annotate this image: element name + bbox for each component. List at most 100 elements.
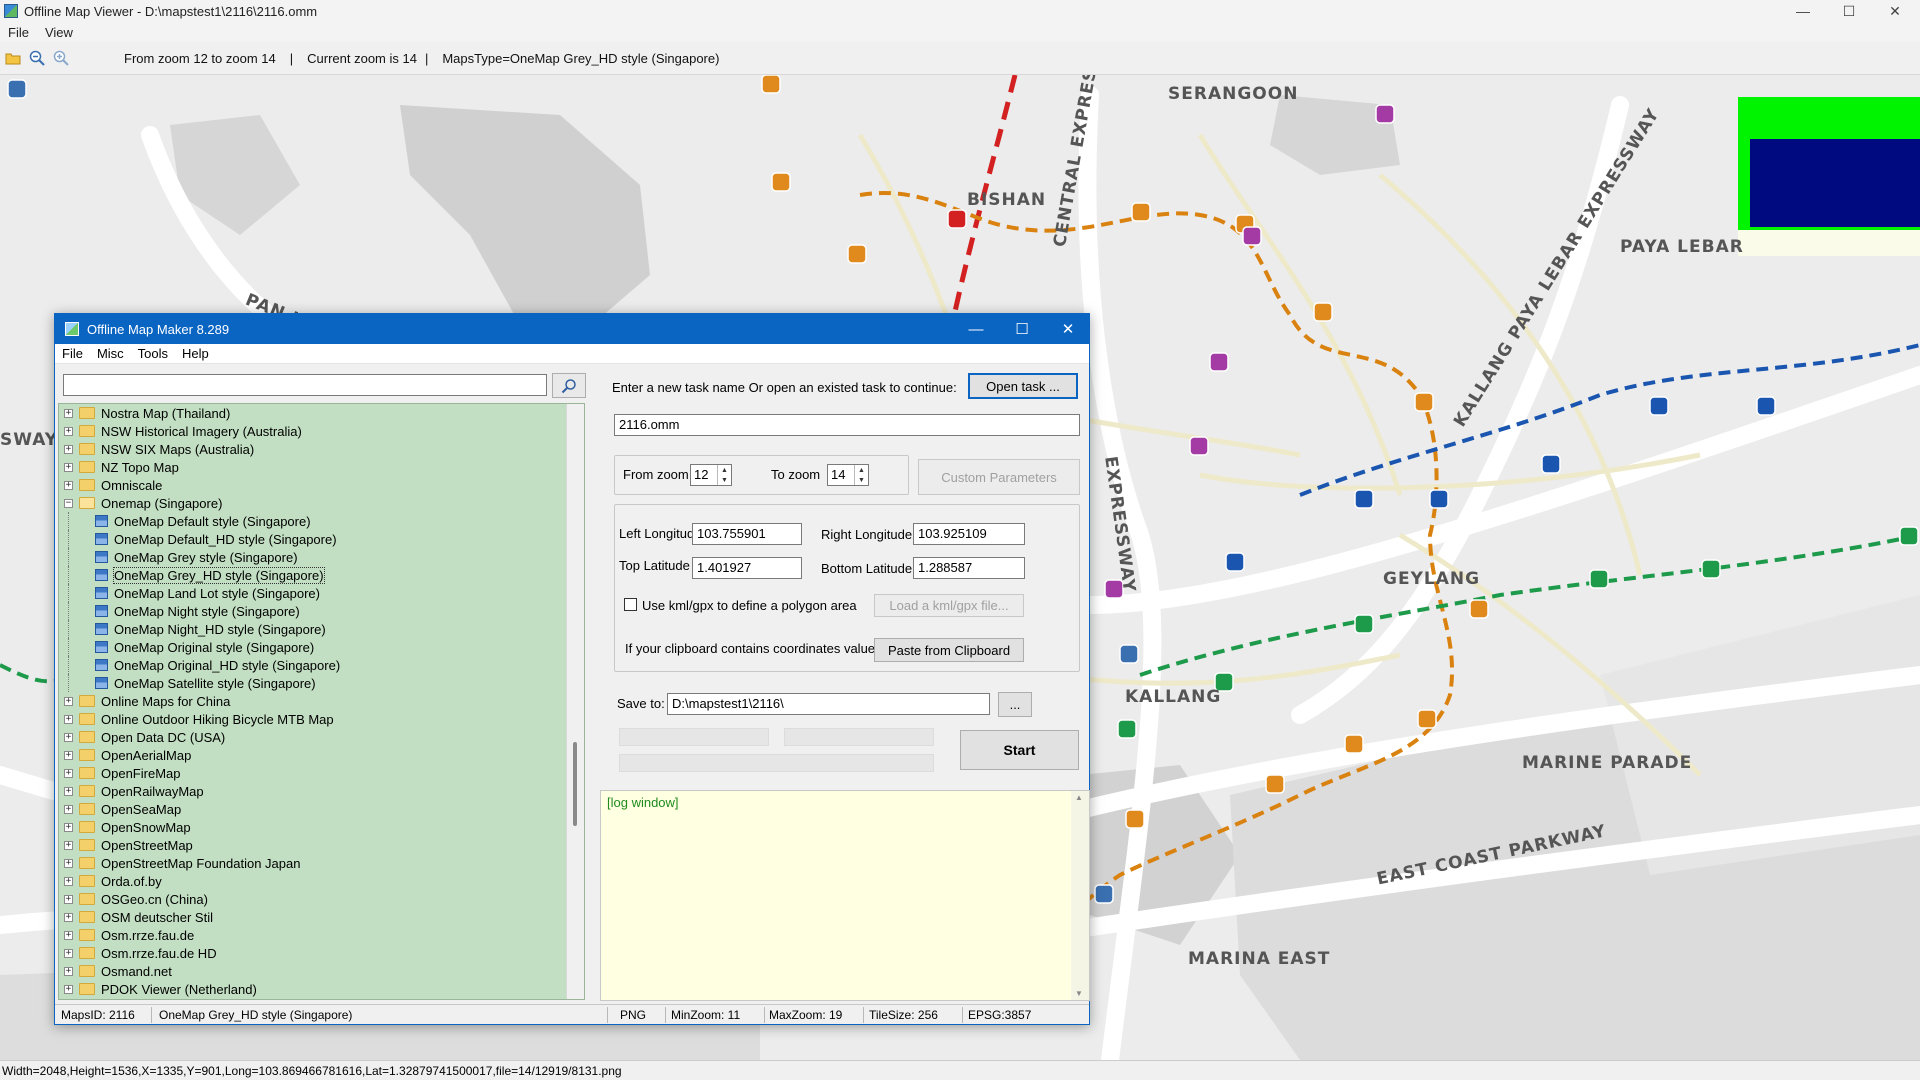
tree-folder-item[interactable]: + Orda.of.by <box>59 872 584 890</box>
expand-icon[interactable]: + <box>64 804 73 814</box>
tree-folder-item[interactable]: + OpenStreetMap Foundation Japan <box>59 854 584 872</box>
kml-checkbox[interactable] <box>624 598 637 611</box>
dialog-menu-tools[interactable]: Tools <box>131 346 175 361</box>
tree-map-item[interactable]: OneMap Default style (Singapore) <box>59 512 584 530</box>
expand-icon[interactable]: + <box>64 444 73 454</box>
minimize-button[interactable]: — <box>1780 0 1826 22</box>
tree-folder-item[interactable]: − Onemap (Singapore) <box>59 494 584 512</box>
tree-map-item[interactable]: OneMap Night style (Singapore) <box>59 602 584 620</box>
zoom-out-icon[interactable] <box>26 47 48 69</box>
expand-icon[interactable]: + <box>64 858 73 868</box>
expand-icon[interactable]: + <box>64 912 73 922</box>
tree-folder-item[interactable]: + Nostra Map (Thailand) <box>59 404 584 422</box>
load-kml-button[interactable]: Load a kml/gpx file... <box>874 594 1024 617</box>
from-zoom-arrows[interactable]: ▲ ▼ <box>717 465 731 485</box>
tree-folder-item[interactable]: + OpenAerialMap <box>59 746 584 764</box>
tree-map-item[interactable]: OneMap Grey style (Singapore) <box>59 548 584 566</box>
tree-map-item[interactable]: OneMap Night_HD style (Singapore) <box>59 620 584 638</box>
expand-icon[interactable]: + <box>64 948 73 958</box>
to-zoom-arrows[interactable]: ▲ ▼ <box>854 465 868 485</box>
search-button[interactable] <box>552 373 586 398</box>
log-scrollbar[interactable]: ▲ ▼ <box>1071 791 1089 1000</box>
menu-file[interactable]: File <box>0 25 37 40</box>
tree-map-item[interactable]: OneMap Satellite style (Singapore) <box>59 674 584 692</box>
menu-view[interactable]: View <box>37 25 81 40</box>
tree-folder-item[interactable]: + OpenStreetMap <box>59 836 584 854</box>
left-longitude-input[interactable]: 103.755901 <box>692 523 802 545</box>
expand-icon[interactable]: + <box>64 480 73 490</box>
dialog-close-button[interactable]: ✕ <box>1045 314 1091 344</box>
scroll-up-icon[interactable]: ▲ <box>1075 793 1083 802</box>
tree-folder-item[interactable]: + OSGeo.cn (China) <box>59 890 584 908</box>
tree-folder-item[interactable]: + Osm.rrze.fau.de HD <box>59 944 584 962</box>
open-task-button[interactable]: Open task ... <box>968 373 1078 399</box>
expand-icon[interactable]: + <box>64 930 73 940</box>
expand-icon[interactable]: + <box>64 408 73 418</box>
search-input[interactable] <box>63 374 547 396</box>
tree-folder-item[interactable]: + OpenFireMap <box>59 764 584 782</box>
expand-icon[interactable]: + <box>64 732 73 742</box>
tree-scroll-thumb[interactable] <box>573 742 577 826</box>
open-folder-icon[interactable] <box>2 47 24 69</box>
tree-folder-item[interactable]: + OSM deutscher Stil <box>59 908 584 926</box>
dialog-title-bar[interactable]: Offline Map Maker 8.289 — ☐ ✕ <box>55 314 1089 344</box>
maximize-button[interactable]: ☐ <box>1826 0 1872 22</box>
tree-map-item[interactable]: OneMap Original style (Singapore) <box>59 638 584 656</box>
tree-folder-item[interactable]: + OpenSnowMap <box>59 818 584 836</box>
zoom-in-icon[interactable] <box>50 47 72 69</box>
tree-folder-item[interactable]: + PDOK Viewer (Netherland) <box>59 980 584 998</box>
paste-clipboard-button[interactable]: Paste from Clipboard <box>874 638 1024 662</box>
to-zoom-spinner[interactable]: 14 ▲ ▼ <box>827 464 869 486</box>
expand-icon[interactable]: + <box>64 822 73 832</box>
top-latitude-input[interactable]: 1.401927 <box>692 557 802 579</box>
expand-icon[interactable]: + <box>64 714 73 724</box>
spin-down-icon[interactable]: ▼ <box>721 477 728 484</box>
tree-map-item[interactable]: OneMap Original_HD style (Singapore) <box>59 656 584 674</box>
spin-up-icon[interactable]: ▲ <box>721 467 728 474</box>
task-name-input[interactable]: 2116.omm <box>614 414 1080 436</box>
tree-map-item[interactable]: OneMap Default_HD style (Singapore) <box>59 530 584 548</box>
close-button[interactable]: ✕ <box>1872 0 1918 22</box>
expand-icon[interactable]: + <box>64 966 73 976</box>
save-path-input[interactable]: D:\mapstest1\2116\ <box>667 693 990 715</box>
tree-folder-item[interactable]: + OpenRailwayMap <box>59 782 584 800</box>
tree-folder-item[interactable]: + OpenSeaMap <box>59 800 584 818</box>
expand-icon[interactable]: + <box>64 750 73 760</box>
spin-up-icon[interactable]: ▲ <box>858 467 865 474</box>
tree-folder-item[interactable]: + Open Data DC (USA) <box>59 728 584 746</box>
expand-icon[interactable]: + <box>64 840 73 850</box>
dialog-menu-help[interactable]: Help <box>175 346 216 361</box>
collapse-icon[interactable]: − <box>64 498 73 508</box>
expand-icon[interactable]: + <box>64 984 73 994</box>
tree-folder-item[interactable]: + NSW Historical Imagery (Australia) <box>59 422 584 440</box>
expand-icon[interactable]: + <box>64 894 73 904</box>
right-longitude-input[interactable]: 103.925109 <box>913 523 1025 545</box>
tree-folder-item[interactable]: + Osm.rrze.fau.de <box>59 926 584 944</box>
custom-parameters-button[interactable]: Custom Parameters <box>918 459 1080 495</box>
tree-folder-item[interactable]: + Online Outdoor Hiking Bicycle MTB Map <box>59 710 584 728</box>
tree-folder-item[interactable]: + Online Maps for China <box>59 692 584 710</box>
log-window[interactable]: [log window] ▲ ▼ <box>600 790 1090 1001</box>
maps-tree[interactable]: + Nostra Map (Thailand) + NSW Historical Im… <box>58 403 585 1000</box>
dialog-minimize-button[interactable]: — <box>953 314 999 344</box>
expand-icon[interactable]: + <box>64 462 73 472</box>
tree-folder-item[interactable]: + Omniscale <box>59 476 584 494</box>
expand-icon[interactable]: + <box>64 696 73 706</box>
start-button[interactable]: Start <box>960 730 1079 770</box>
browse-button[interactable]: ... <box>998 692 1032 717</box>
spin-down-icon[interactable]: ▼ <box>858 477 865 484</box>
scroll-down-icon[interactable]: ▼ <box>1075 989 1083 998</box>
expand-icon[interactable]: + <box>64 786 73 796</box>
dialog-maximize-button[interactable]: ☐ <box>999 314 1045 344</box>
tree-folder-item[interactable]: + NSW SIX Maps (Australia) <box>59 440 584 458</box>
from-zoom-spinner[interactable]: 12 ▲ ▼ <box>690 464 732 486</box>
expand-icon[interactable]: + <box>64 426 73 436</box>
bottom-latitude-input[interactable]: 1.288587 <box>913 557 1025 579</box>
tree-scrollbar[interactable] <box>566 404 584 999</box>
tree-map-item[interactable]: OneMap Grey_HD style (Singapore) <box>59 566 584 584</box>
tree-map-item[interactable]: OneMap Land Lot style (Singapore) <box>59 584 584 602</box>
expand-icon[interactable]: + <box>64 768 73 778</box>
dialog-menu-misc[interactable]: Misc <box>90 346 131 361</box>
tree-folder-item[interactable]: + Osmand.net <box>59 962 584 980</box>
dialog-menu-file[interactable]: File <box>55 346 90 361</box>
